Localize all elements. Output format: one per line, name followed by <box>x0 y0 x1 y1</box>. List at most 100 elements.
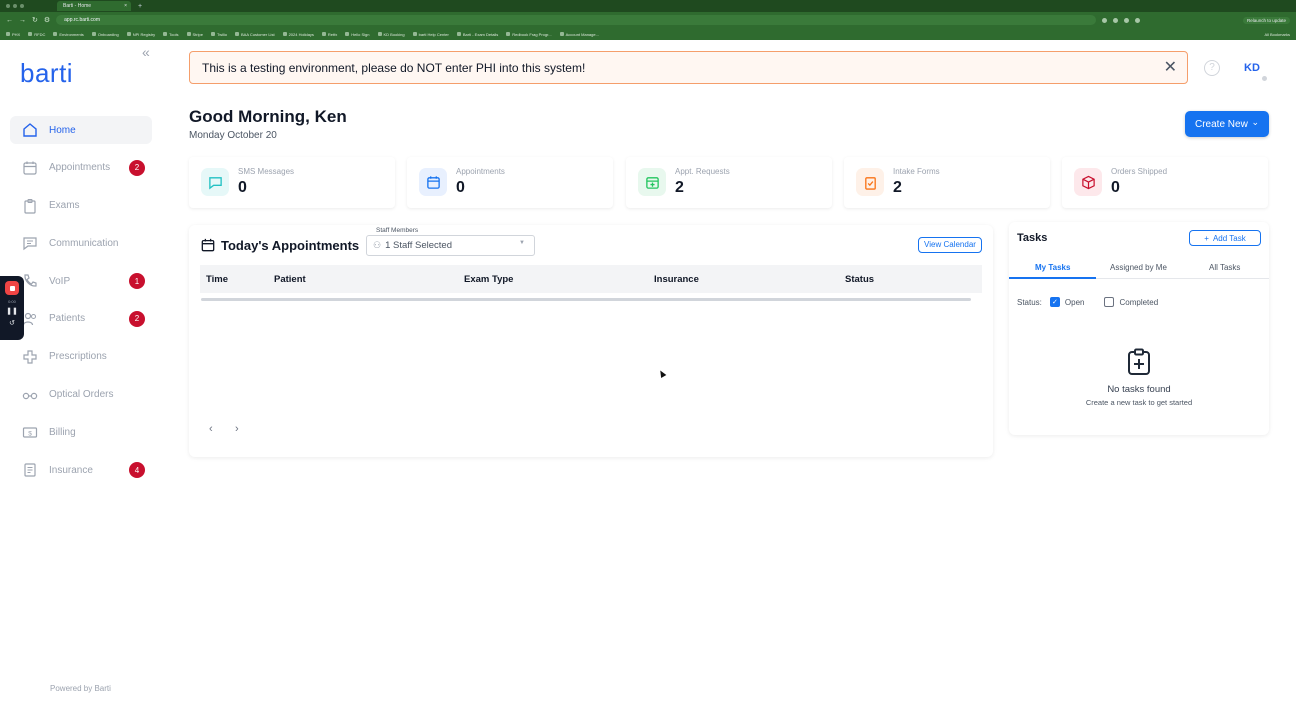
address-bar-row: ← → ↻ ⚙ app.rc.barti.com Relaunch to upd… <box>0 12 1296 28</box>
bookmark-favicon-icon <box>321 32 326 36</box>
completed-checkbox[interactable] <box>1104 297 1115 307</box>
window-zoom-dot[interactable] <box>20 4 24 8</box>
sidebar-item-label: Patients <box>49 313 86 325</box>
count-badge: 1 <box>129 273 145 290</box>
stat-card-orders-shipped[interactable]: Orders Shipped 0 <box>1062 157 1268 208</box>
bookmark-item[interactable]: Tools <box>163 31 179 37</box>
sidebar-item-voip[interactable]: VoIP 1 <box>10 267 152 295</box>
bookmark-label: NPI Registry <box>132 31 156 37</box>
stop-recording-button[interactable] <box>5 281 19 295</box>
relaunch-button[interactable]: Relaunch to update <box>1242 16 1290 24</box>
sidebar-item-prescriptions[interactable]: Prescriptions <box>10 343 152 371</box>
bookmark-item[interactable]: Twilio <box>210 32 227 37</box>
stat-card-intake-forms[interactable]: Intake Forms 2 <box>844 157 1050 208</box>
stat-value: 2 <box>893 179 902 196</box>
billing-icon: $ <box>22 427 38 438</box>
tab-all-tasks[interactable]: All Tasks <box>1209 263 1240 272</box>
bookmark-item[interactable]: BAA Customer List <box>234 32 275 37</box>
bookmark-item[interactable]: Account Manage... <box>559 32 599 37</box>
sidebar-item-optical-orders[interactable]: Optical Orders <box>10 381 152 409</box>
extension-icon[interactable] <box>1135 17 1141 23</box>
add-task-button[interactable]: + Add Task <box>1189 230 1261 246</box>
url-field[interactable]: app.rc.barti.com <box>56 15 1097 25</box>
help-icon[interactable]: ? <box>1204 60 1220 76</box>
all-bookmarks[interactable]: All Bookmarks <box>1264 32 1290 37</box>
bookmark-item[interactable]: KD Booking <box>377 32 405 37</box>
bookmark-item[interactable]: Stripe <box>186 32 203 37</box>
bookmark-label: Retfx <box>327 31 338 37</box>
staff-members-label: Staff Members <box>374 227 421 234</box>
column-header-insurance[interactable]: Insurance <box>654 274 699 285</box>
tab-my-tasks[interactable]: My Tasks <box>1035 263 1070 272</box>
sidebar-item-communication[interactable]: Communication <box>10 229 152 257</box>
bookmark-item[interactable]: barti Help Center <box>412 32 449 37</box>
column-header-status[interactable]: Status <box>845 274 874 285</box>
collapse-sidebar-icon[interactable]: « <box>142 44 150 60</box>
previous-page-icon[interactable]: ‹ <box>209 423 213 435</box>
stat-card-appointments[interactable]: Appointments 0 <box>407 157 613 208</box>
bookmark-item[interactable]: RFDC <box>28 32 45 37</box>
package-icon <box>1074 168 1102 196</box>
extension-icon[interactable] <box>1124 17 1130 23</box>
forward-icon[interactable]: → <box>19 17 26 24</box>
sidebar: « barti Home Appointments 2 Exams Commun… <box>0 40 163 720</box>
tab-assigned-by-me[interactable]: Assigned by Me <box>1110 263 1167 272</box>
staff-members-select[interactable]: ⚇ 1 Staff Selected ▼ <box>366 235 535 256</box>
bookmark-item[interactable]: 2024 Holidays <box>282 32 314 37</box>
restart-icon[interactable]: ↺ <box>9 320 15 328</box>
window-minimize-dot[interactable] <box>13 4 17 8</box>
window-close-dot[interactable] <box>6 4 10 8</box>
sidebar-item-insurance[interactable]: Insurance 4 <box>10 456 152 484</box>
browser-tab[interactable]: Barti - Home × <box>57 1 131 11</box>
sms-message-icon <box>201 168 229 196</box>
panel-title: Today's Appointments <box>221 238 360 253</box>
sidebar-item-exams[interactable]: Exams <box>10 192 152 220</box>
extension-icon[interactable] <box>1113 17 1119 23</box>
site-settings-icon[interactable]: ⚙ <box>44 16 50 24</box>
extension-icon[interactable] <box>1102 17 1108 23</box>
bookmark-item[interactable]: PHX <box>6 32 20 37</box>
clipboard-plus-icon <box>1128 348 1150 375</box>
create-new-label: Create New <box>1195 118 1248 130</box>
close-icon[interactable]: ✕ <box>1164 60 1177 76</box>
bookmark-favicon-icon <box>282 32 287 36</box>
sidebar-item-label: Appointments <box>49 162 111 174</box>
column-header-patient[interactable]: Patient <box>274 274 306 285</box>
back-icon[interactable]: ← <box>6 17 13 24</box>
bookmark-item[interactable]: Environments <box>53 31 84 37</box>
sidebar-item-home[interactable]: Home <box>10 116 152 144</box>
appointments-table-header: Time Patient Exam Type Insurance Status <box>200 265 982 293</box>
plus-icon: + <box>1204 233 1209 243</box>
stat-card-sms-messages[interactable]: SMS Messages 0 <box>189 157 395 208</box>
column-header-time[interactable]: Time <box>206 274 228 285</box>
next-page-icon[interactable]: › <box>235 423 239 435</box>
bookmark-favicon-icon <box>345 32 350 36</box>
new-tab-icon[interactable]: + <box>138 3 142 10</box>
count-badge: 2 <box>129 310 145 327</box>
pause-icon[interactable]: ❚❚ <box>6 308 18 316</box>
bookmark-item[interactable]: Barti - Exam Details <box>456 32 498 37</box>
bookmark-item[interactable]: Redbook Frag Progr... <box>506 32 552 37</box>
bookmark-favicon-icon <box>412 32 417 36</box>
barti-logo[interactable]: barti <box>20 58 73 89</box>
page-title: Good Morning, Ken <box>189 107 347 126</box>
sidebar-item-patients[interactable]: Patients 2 <box>10 305 152 333</box>
bookmark-favicon-icon <box>91 32 96 36</box>
open-checkbox[interactable]: ✓ <box>1049 297 1060 307</box>
bookmark-item[interactable]: Hello Sign <box>345 32 370 37</box>
create-new-button[interactable]: Create New ⌄ <box>1185 111 1269 137</box>
bookmark-label: Tools <box>169 31 179 37</box>
bookmark-item[interactable]: NPI Registry <box>126 31 156 37</box>
stat-card-appt-requests[interactable]: Appt. Requests 2 <box>626 157 832 208</box>
chevron-down-icon: ⌄ <box>1251 117 1259 127</box>
column-header-exam-type[interactable]: Exam Type <box>464 274 513 285</box>
view-calendar-button[interactable]: View Calendar <box>918 237 982 253</box>
bookmark-label: Environments <box>59 31 84 37</box>
reload-icon[interactable]: ↻ <box>32 16 38 24</box>
sidebar-item-billing[interactable]: $ Billing <box>10 418 152 446</box>
sidebar-item-appointments[interactable]: Appointments 2 <box>10 154 152 182</box>
bookmark-item[interactable]: Retfx <box>321 31 338 37</box>
calendar-icon <box>419 168 447 196</box>
tab-close-icon[interactable]: × <box>124 3 127 9</box>
bookmark-item[interactable]: Onboarding <box>91 32 119 37</box>
